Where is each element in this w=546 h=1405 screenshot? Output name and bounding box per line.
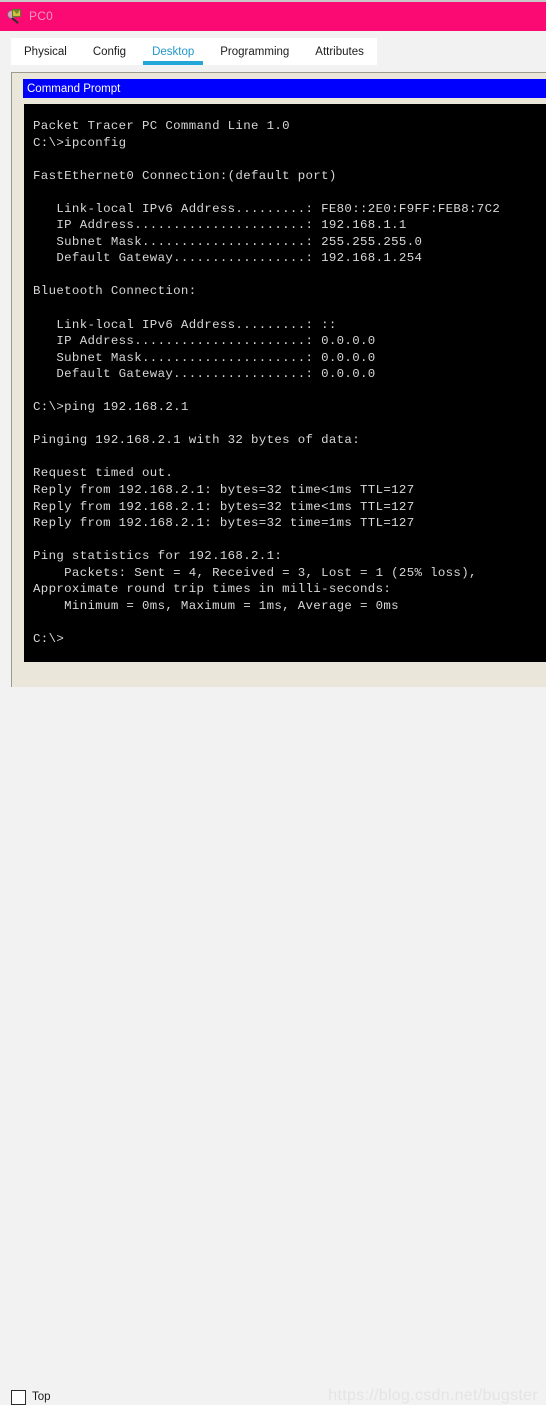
top-checkbox-label: Top — [32, 1391, 51, 1403]
terminal-line: FastEthernet0 Connection:(default port) — [33, 168, 337, 183]
packet-tracer-icon — [7, 8, 23, 24]
tab-config[interactable]: Config — [79, 38, 140, 65]
tab-physical-label: Physical — [24, 45, 67, 58]
tab-desktop-label: Desktop — [152, 45, 195, 58]
terminal-line: IP Address......................: 0.0.0.… — [33, 334, 376, 349]
command-prompt-header: Command Prompt — [23, 79, 546, 98]
terminal-line: C:\> — [33, 631, 65, 646]
tab-attributes[interactable]: Attributes — [302, 38, 377, 65]
terminal-line: Link-local IPv6 Address.........: :: — [33, 317, 337, 332]
window-top-border — [0, 0, 546, 2]
terminal-line: Reply from 192.168.2.1: bytes=32 time<1m… — [33, 483, 415, 498]
terminal-line: Packet Tracer PC Command Line 1.0 — [33, 119, 290, 133]
terminal-output: Packet Tracer PC Command Line 1.0 C:\>ipc… — [33, 118, 546, 662]
terminal-line: Link-local IPv6 Address.........: FE80::… — [33, 201, 501, 216]
tab-attributes-label: Attributes — [315, 45, 364, 58]
terminal-line: Request timed out. — [33, 466, 174, 481]
tab-physical[interactable]: Physical — [11, 38, 80, 65]
terminal-line: Reply from 192.168.2.1: bytes=32 time<1m… — [33, 499, 415, 514]
terminal-line: Default Gateway.................: 0.0.0.… — [33, 367, 376, 382]
tab-programming-label: Programming — [220, 45, 290, 58]
terminal-line: C:\>ping 192.168.2.1 — [33, 400, 189, 415]
watermark-text: https://blog.csdn.net/bugster — [328, 1387, 538, 1404]
terminal-line: Ping statistics for 192.168.2.1: — [33, 549, 283, 564]
terminal-line: Subnet Mask.....................: 255.25… — [33, 234, 423, 249]
window-title: PC0 — [29, 8, 53, 23]
terminal-line: Minimum = 0ms, Maximum = 1ms, Average = … — [33, 598, 399, 613]
tab-list: Physical Config Desktop Programming Attr… — [11, 38, 377, 65]
tab-programming[interactable]: Programming — [207, 38, 303, 65]
magnifier-handle-shape — [11, 16, 19, 24]
command-prompt-terminal[interactable]: Packet Tracer PC Command Line 1.0 C:\>ipc… — [24, 104, 546, 662]
terminal-line: Pinging 192.168.2.1 with 32 bytes of dat… — [33, 433, 360, 448]
tab-desktop[interactable]: Desktop — [139, 38, 208, 65]
command-prompt-header-label: Command Prompt — [27, 82, 121, 95]
tab-config-label: Config — [92, 45, 127, 58]
terminal-line: Subnet Mask.....................: 0.0.0.… — [33, 350, 376, 365]
terminal-line: Packets: Sent = 4, Received = 3, Lost = … — [33, 565, 477, 580]
window-title-bar: PC0 — [0, 0, 546, 31]
terminal-line: Reply from 192.168.2.1: bytes=32 time=1m… — [33, 516, 415, 531]
tab-strip: Physical Config Desktop Programming Attr… — [0, 31, 546, 72]
window-footer: Top https://blog.csdn.net/bugster — [0, 687, 546, 1405]
terminal-line: Default Gateway.................: 192.16… — [33, 251, 423, 266]
terminal-line: Bluetooth Connection: — [33, 284, 197, 299]
terminal-line: Approximate round trip times in milli-se… — [33, 582, 392, 597]
packet-box-shape — [12, 8, 21, 17]
top-checkbox[interactable] — [11, 1390, 26, 1405]
terminal-line: C:\>ipconfig — [33, 135, 127, 150]
terminal-line: IP Address......................: 192.16… — [33, 218, 407, 233]
